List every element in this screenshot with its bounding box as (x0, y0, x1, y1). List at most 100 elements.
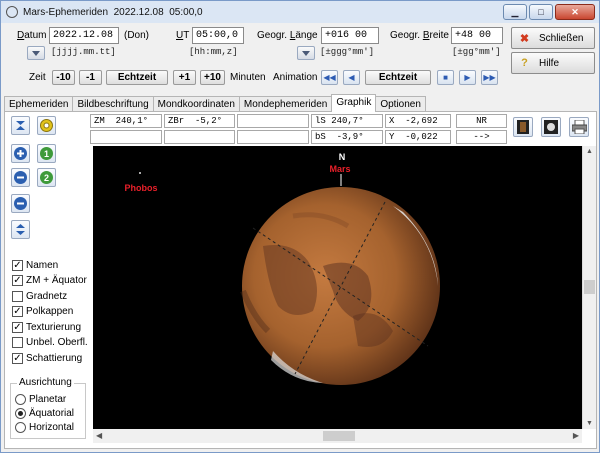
vertical-scroll-thumb[interactable] (584, 280, 595, 294)
ut-format-hint: [hh:mm,z] (189, 47, 238, 57)
phobos-dot (139, 172, 141, 174)
minimize-button[interactable]: ▁ (503, 4, 527, 20)
checkbox-schattierung[interactable]: ✓ Schattierung (12, 352, 82, 365)
arrow-button[interactable]: --> (456, 130, 507, 144)
date-dropdown-button[interactable] (27, 46, 45, 60)
ut-input[interactable]: 05:00,0 (192, 27, 244, 44)
latitude-label: Geogr. Breite (390, 30, 449, 41)
center-target-icon[interactable] (37, 116, 56, 135)
maximize-button[interactable]: □ (529, 4, 553, 20)
moon-1-icon[interactable]: 1 (37, 144, 56, 163)
checkbox-namen-box[interactable]: ✓ (12, 260, 23, 271)
empty-cell-1 (237, 114, 309, 128)
plus10-button[interactable]: +10 (200, 70, 225, 85)
moon-2-icon[interactable]: 2 (37, 168, 56, 187)
image-view-icon[interactable] (541, 117, 561, 137)
tab-bildbeschriftung[interactable]: Bildbeschriftung (72, 96, 154, 112)
checkbox-zm-aequator-box[interactable]: ✓ (12, 275, 23, 286)
animation-label: Animation (273, 72, 318, 83)
zoom-min-icon[interactable] (11, 220, 30, 239)
latitude-format-hint: [±gg°mm'] (452, 47, 501, 57)
vertical-scrollbar[interactable]: ▲ ▼ (582, 146, 596, 429)
ls-cell: lS 240,7° (311, 114, 383, 128)
checkbox-gradnetz-box[interactable] (12, 291, 23, 302)
zoom-reset-icon[interactable] (11, 194, 30, 213)
graphik-panel: 1 2 ZM 240,1° ZBr -5,2° lS 240,7° X -2,6… (4, 111, 597, 449)
orientation-group: Ausrichtung Planetar Äquatorial Horizont… (10, 377, 86, 439)
svg-text:2: 2 (44, 173, 49, 183)
radio-planetar[interactable]: Planetar (15, 392, 74, 406)
orientation-title: Ausrichtung (17, 377, 74, 388)
checkbox-polkappen-box[interactable]: ✓ (12, 306, 23, 317)
nr-button[interactable]: NR (456, 114, 507, 128)
horizontal-scrollbar[interactable]: ◀ ▶ (93, 429, 582, 443)
date-format-hint: [jjjj.mm.tt] (51, 47, 116, 57)
horizontal-scroll-thumb[interactable] (323, 431, 355, 441)
checkbox-namen[interactable]: ✓ Namen (12, 259, 58, 272)
printer-icon[interactable] (569, 117, 589, 137)
stop-button[interactable]: ■ (437, 70, 454, 85)
zoom-in-icon[interactable] (11, 144, 30, 163)
checkbox-polkappen[interactable]: ✓ Polkappen (12, 305, 73, 318)
date-label: Datum (17, 30, 47, 41)
question-mark-icon: ? (521, 57, 528, 69)
tab-mondephemeriden[interactable]: Mondephemeriden (238, 96, 333, 112)
radio-aequatorial[interactable]: Äquatorial (15, 406, 74, 420)
zoom-max-icon[interactable] (11, 116, 30, 135)
scroll-right-icon[interactable]: ▶ (573, 431, 579, 440)
tab-graphik[interactable]: Graphik (331, 94, 377, 112)
window-title: Mars-Ephemeriden 2022.12.08 05:00,0 (23, 6, 203, 18)
graphic-canvas[interactable]: N Mars Phobos (93, 146, 582, 429)
close-x-icon: ✖ (519, 32, 530, 45)
svg-text:1: 1 (44, 149, 49, 159)
plus1-button[interactable]: +1 (173, 70, 196, 85)
mars-symbol-icon (6, 6, 18, 18)
longitude-dropdown-button[interactable] (297, 46, 315, 60)
bs-cell: bS -3,9° (311, 130, 383, 144)
north-label: N (339, 152, 346, 162)
animation-echtzeit-button[interactable]: Echtzeit (365, 70, 431, 85)
checkbox-texturierung-box[interactable]: ✓ (12, 322, 23, 333)
title-bar: Mars-Ephemeriden 2022.12.08 05:00,0 ▁ □ … (1, 1, 599, 23)
step-back-button[interactable]: ◀ (343, 70, 360, 85)
x-cell: X -2,692 (385, 114, 451, 128)
date-input[interactable]: 2022.12.08 (49, 27, 119, 44)
latitude-input[interactable]: +48 00 (451, 27, 503, 44)
minuten-label: Minuten (230, 72, 266, 83)
scroll-up-icon[interactable]: ▲ (586, 148, 593, 155)
minus10-button[interactable]: -10 (52, 70, 75, 85)
longitude-input[interactable]: +016 00 (321, 27, 379, 44)
checkbox-texturierung[interactable]: ✓ Texturierung (12, 321, 81, 334)
empty-cell-2 (90, 130, 162, 144)
scroll-left-icon[interactable]: ◀ (96, 431, 102, 440)
zm-cell: ZM 240,1° (90, 114, 162, 128)
forward-fast-button[interactable]: ▶▶ (481, 70, 498, 85)
tab-mondkoordinaten[interactable]: Mondkoordinaten (152, 96, 240, 112)
ut-label: UT (176, 30, 190, 41)
close-button[interactable]: ✖ Schließen (511, 27, 595, 49)
checkbox-zm-aequator[interactable]: ✓ ZM + Äquator (12, 274, 87, 287)
step-forward-button[interactable]: ▶ (459, 70, 476, 85)
scroll-down-icon[interactable]: ▼ (586, 420, 593, 427)
zbr-cell: ZBr -5,2° (164, 114, 235, 128)
window-close-button[interactable]: ✕ (555, 4, 595, 20)
phobos-label: Phobos (125, 183, 158, 193)
empty-cell-3 (164, 130, 235, 144)
film-icon[interactable] (513, 117, 533, 137)
main-window: Mars-Ephemeriden 2022.12.08 05:00,0 ▁ □ … (0, 0, 600, 453)
empty-cell-4 (237, 130, 309, 144)
rewind-fast-button[interactable]: ◀◀ (321, 70, 338, 85)
checkbox-gradnetz[interactable]: Gradnetz (12, 290, 67, 303)
echtzeit-button[interactable]: Echtzeit (106, 70, 168, 85)
radio-horizontal[interactable]: Horizontal (15, 420, 74, 434)
tab-ephemeriden[interactable]: Ephemeriden (4, 96, 74, 112)
tab-optionen[interactable]: Optionen (375, 96, 426, 112)
zoom-out-icon[interactable] (11, 168, 30, 187)
y-cell: Y -0,022 (385, 130, 451, 144)
checkbox-unbel-oberfl-box[interactable] (12, 337, 23, 348)
longitude-format-hint: [±ggg°mm'] (320, 47, 375, 57)
help-button[interactable]: ? Hilfe (511, 52, 595, 74)
minus1-button[interactable]: -1 (79, 70, 102, 85)
checkbox-unbel-oberfl[interactable]: Unbel. Oberfl. (12, 336, 88, 349)
checkbox-schattierung-box[interactable]: ✓ (12, 353, 23, 364)
